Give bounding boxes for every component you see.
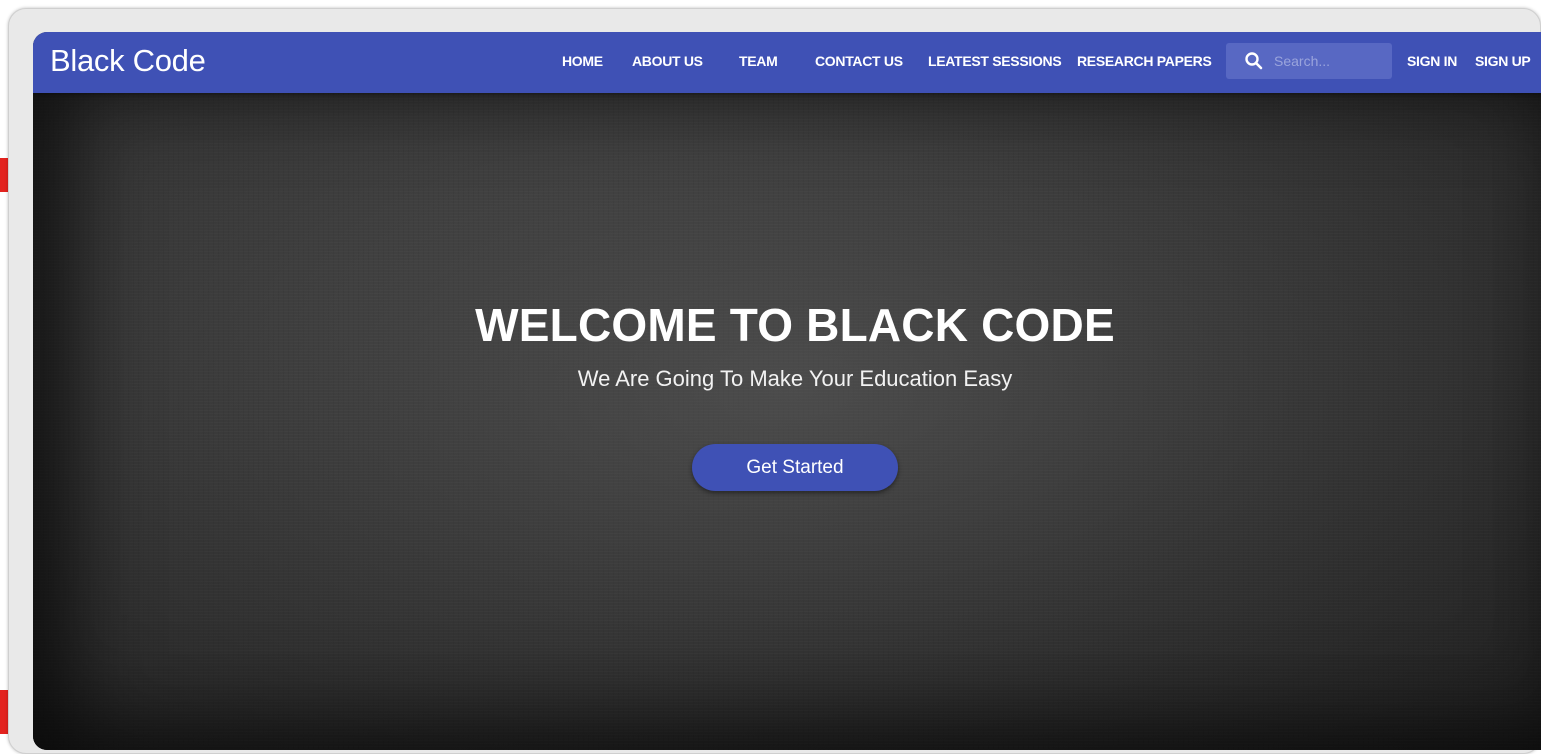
nav-link-team[interactable]: TEAM [739, 52, 778, 70]
page-viewport: Black Code HOME ABOUT US TEAM CONTACT US… [33, 32, 1541, 750]
hero-section: WELCOME TO BLACK CODE We Are Going To Ma… [33, 93, 1541, 750]
nav-link-latest-sessions[interactable]: LEATEST SESSIONS [928, 52, 1062, 70]
sign-up-link[interactable]: SIGN UP [1475, 52, 1531, 70]
search-icon[interactable] [1244, 51, 1264, 71]
nav-link-contact-us[interactable]: CONTACT US [815, 52, 903, 70]
nav-link-home[interactable]: HOME [562, 52, 603, 70]
hero-texture-overlay [33, 93, 1541, 750]
sign-in-link[interactable]: SIGN IN [1407, 52, 1457, 70]
get-started-button[interactable]: Get Started [692, 444, 898, 491]
search-input[interactable] [1274, 51, 1386, 71]
brand-logo[interactable]: Black Code [50, 42, 206, 80]
browser-frame: Black Code HOME ABOUT US TEAM CONTACT US… [8, 8, 1541, 754]
hero-subtitle: We Are Going To Make Your Education Easy [577, 366, 1013, 391]
hero-title: WELCOME TO BLACK CODE [475, 299, 1115, 351]
search-box [1226, 43, 1392, 79]
top-navbar: Black Code HOME ABOUT US TEAM CONTACT US… [33, 32, 1541, 93]
nav-link-research-papers[interactable]: RESEARCH PAPERS [1077, 52, 1212, 70]
nav-link-about-us[interactable]: ABOUT US [632, 52, 703, 70]
